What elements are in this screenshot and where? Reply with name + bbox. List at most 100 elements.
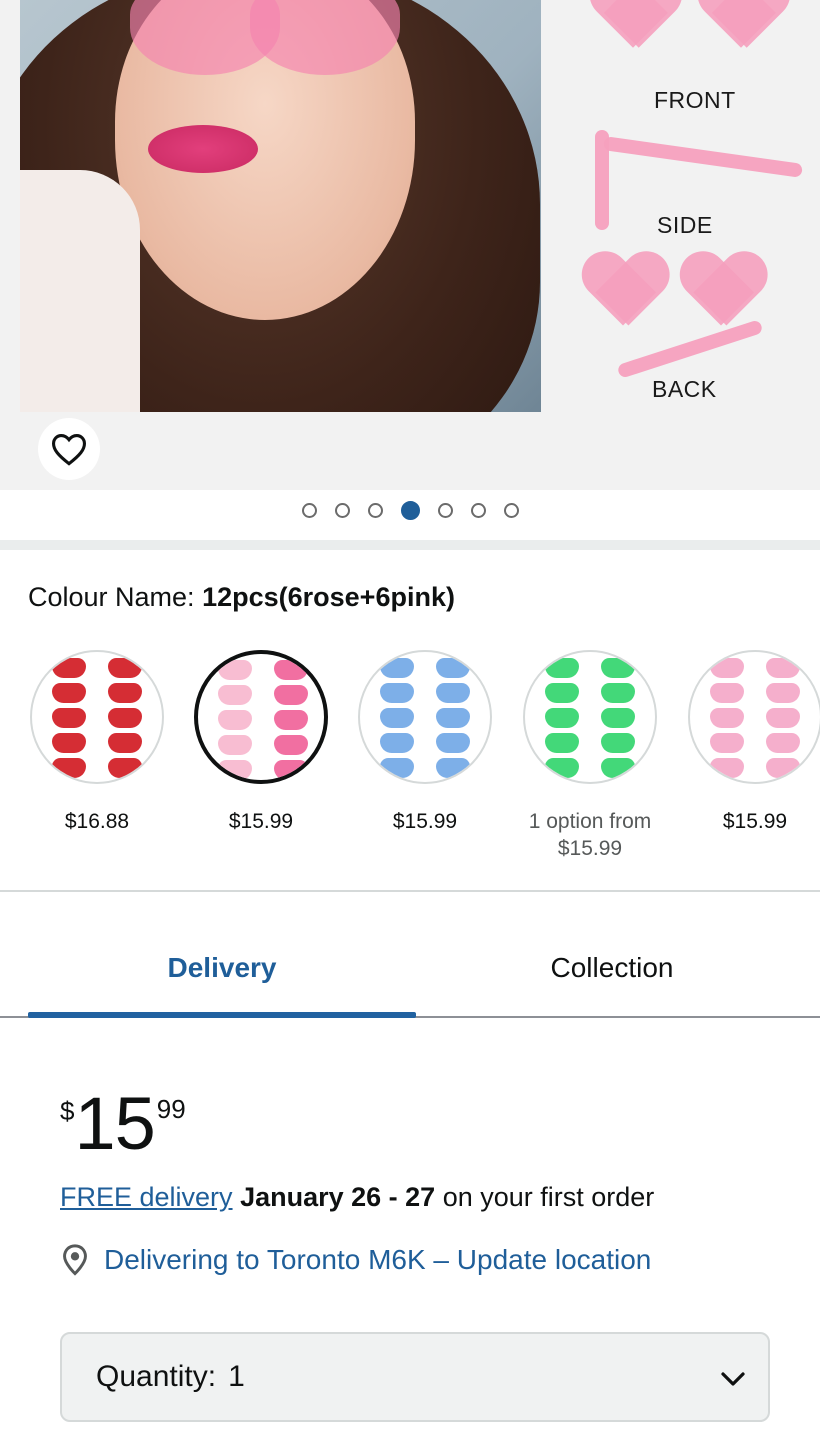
swatch-pattern-glasses: [218, 660, 252, 680]
swatch-pattern-glasses: [52, 758, 86, 778]
swatch-pattern-glasses: [274, 660, 308, 680]
swatch-pattern-glasses: [710, 733, 744, 753]
section-divider: [0, 540, 820, 550]
view-label-front: FRONT: [654, 87, 736, 113]
swatch-pattern-glasses: [436, 658, 470, 678]
swatch-pattern-glasses: [710, 658, 744, 678]
product-views-panel: FRONT SIDE BACK: [555, 0, 820, 412]
swatch-image-light-pink[interactable]: [688, 650, 820, 784]
swatch-pattern-glasses: [545, 758, 579, 778]
carousel-dot[interactable]: [301, 503, 317, 518]
swatch-pattern-glasses: [274, 735, 308, 755]
swatch-image-rose-pink[interactable]: [194, 650, 328, 784]
view-label-side: SIDE: [657, 212, 713, 238]
swatch-pattern-glasses: [545, 733, 579, 753]
swatch-image-blue[interactable]: [358, 650, 492, 784]
carousel-dot[interactable]: [367, 503, 383, 518]
wishlist-button[interactable]: [38, 418, 100, 480]
swatch-pattern-glasses: [52, 683, 86, 703]
swatch-pattern-glasses: [545, 658, 579, 678]
carousel-dot[interactable]: [503, 503, 519, 518]
swatch-pattern-glasses: [108, 683, 142, 703]
heart-glasses-front-right: [697, 0, 784, 38]
swatch-blue[interactable]: $15.99: [356, 650, 494, 835]
swatch-pattern-glasses: [545, 683, 579, 703]
update-location-link[interactable]: Delivering to Toronto M6K – Update locat…: [60, 1244, 651, 1276]
colour-swatch-list: $16.88 $15.99 $15.99 1 option from $15.9…: [28, 650, 820, 870]
carousel-dot[interactable]: [470, 503, 486, 518]
swatch-pattern-glasses: [218, 760, 252, 780]
swatch-pattern-glasses: [710, 708, 744, 728]
glasses-back-arm: [616, 319, 764, 379]
swatch-price-note: 1 option from $15.99: [510, 808, 670, 862]
swatch-pattern-glasses: [108, 658, 142, 678]
carousel-dot-active[interactable]: [400, 501, 420, 520]
price-fraction: 99: [156, 1094, 186, 1124]
swatch-pattern-glasses: [380, 758, 414, 778]
swatch-light-pink[interactable]: $15.99: [686, 650, 820, 835]
product-photo-model: [20, 0, 541, 412]
heart-glasses-back-right: [680, 254, 763, 317]
swatch-pattern-glasses: [601, 683, 635, 703]
tab-collection[interactable]: Collection: [416, 920, 808, 1016]
swatch-pattern-glasses: [601, 658, 635, 678]
swatch-pattern-glasses: [766, 758, 800, 778]
swatch-pattern-glasses: [52, 658, 86, 678]
swatch-option-price: $15.99: [557, 837, 623, 860]
swatch-pattern-glasses: [218, 685, 252, 705]
swatch-rose-pink[interactable]: $15.99: [192, 650, 330, 835]
swatch-pattern-glasses: [274, 710, 308, 730]
glasses-side-frame: [595, 130, 609, 230]
swatch-pattern-glasses: [218, 710, 252, 730]
colour-selected-value: 12pcs(6rose+6pink): [202, 582, 455, 612]
product-price: $ 15 99: [60, 1080, 186, 1168]
heart-glasses-back-left: [582, 254, 665, 317]
swatch-pattern-glasses: [766, 733, 800, 753]
swatch-pattern-glasses: [436, 683, 470, 703]
swatch-pattern-glasses: [601, 758, 635, 778]
price-whole: 15: [74, 1082, 155, 1165]
swatch-pattern-glasses: [766, 708, 800, 728]
glasses-side-arm: [602, 136, 804, 178]
swatch-price: $15.99: [392, 810, 458, 833]
swatch-pattern-glasses: [218, 735, 252, 755]
carousel-indicator: [0, 501, 820, 525]
swatch-option-count: 1 option from: [528, 810, 652, 833]
swatch-pattern-glasses: [601, 708, 635, 728]
heart-glasses-front-left: [589, 0, 676, 38]
swatch-pattern-glasses: [52, 708, 86, 728]
free-delivery-link[interactable]: FREE delivery: [60, 1182, 233, 1212]
swatch-pattern-glasses: [380, 658, 414, 678]
fulfillment-tabs: Delivery Collection: [0, 920, 820, 1020]
swatch-pattern-glasses: [766, 683, 800, 703]
delivery-message: FREE delivery January 26 - 27 on your fi…: [60, 1182, 654, 1213]
swatch-pattern-glasses: [274, 685, 308, 705]
carousel-dot[interactable]: [334, 503, 350, 518]
swatch-price: $15.99: [228, 810, 294, 833]
section-divider: [0, 890, 820, 892]
swatch-pattern-glasses: [436, 758, 470, 778]
swatch-pattern-glasses: [601, 733, 635, 753]
tab-delivery[interactable]: Delivery: [28, 920, 416, 1016]
view-label-back: BACK: [652, 376, 717, 402]
product-image-carousel[interactable]: FRONT SIDE BACK: [0, 0, 820, 490]
quantity-value: 1: [228, 1360, 245, 1393]
swatch-price: $16.88: [64, 810, 130, 833]
carousel-dot[interactable]: [437, 503, 453, 518]
swatch-pattern-glasses: [108, 733, 142, 753]
quantity-selector[interactable]: Quantity: 1: [60, 1332, 770, 1422]
swatch-pattern-glasses: [436, 733, 470, 753]
delivery-dates: January 26 - 27: [240, 1182, 436, 1212]
swatch-image-green[interactable]: [523, 650, 657, 784]
swatch-pattern-glasses: [108, 708, 142, 728]
swatch-pattern-glasses: [274, 760, 308, 780]
swatch-red[interactable]: $16.88: [28, 650, 166, 835]
swatch-pattern-glasses: [436, 708, 470, 728]
swatch-image-red[interactable]: [30, 650, 164, 784]
swatch-green[interactable]: 1 option from $15.99: [510, 650, 670, 862]
location-text: Delivering to Toronto M6K – Update locat…: [104, 1244, 652, 1275]
tab-active-indicator: [28, 1012, 416, 1018]
price-currency: $: [60, 1096, 75, 1126]
swatch-pattern-glasses: [710, 683, 744, 703]
chevron-down-icon: [718, 1364, 748, 1399]
